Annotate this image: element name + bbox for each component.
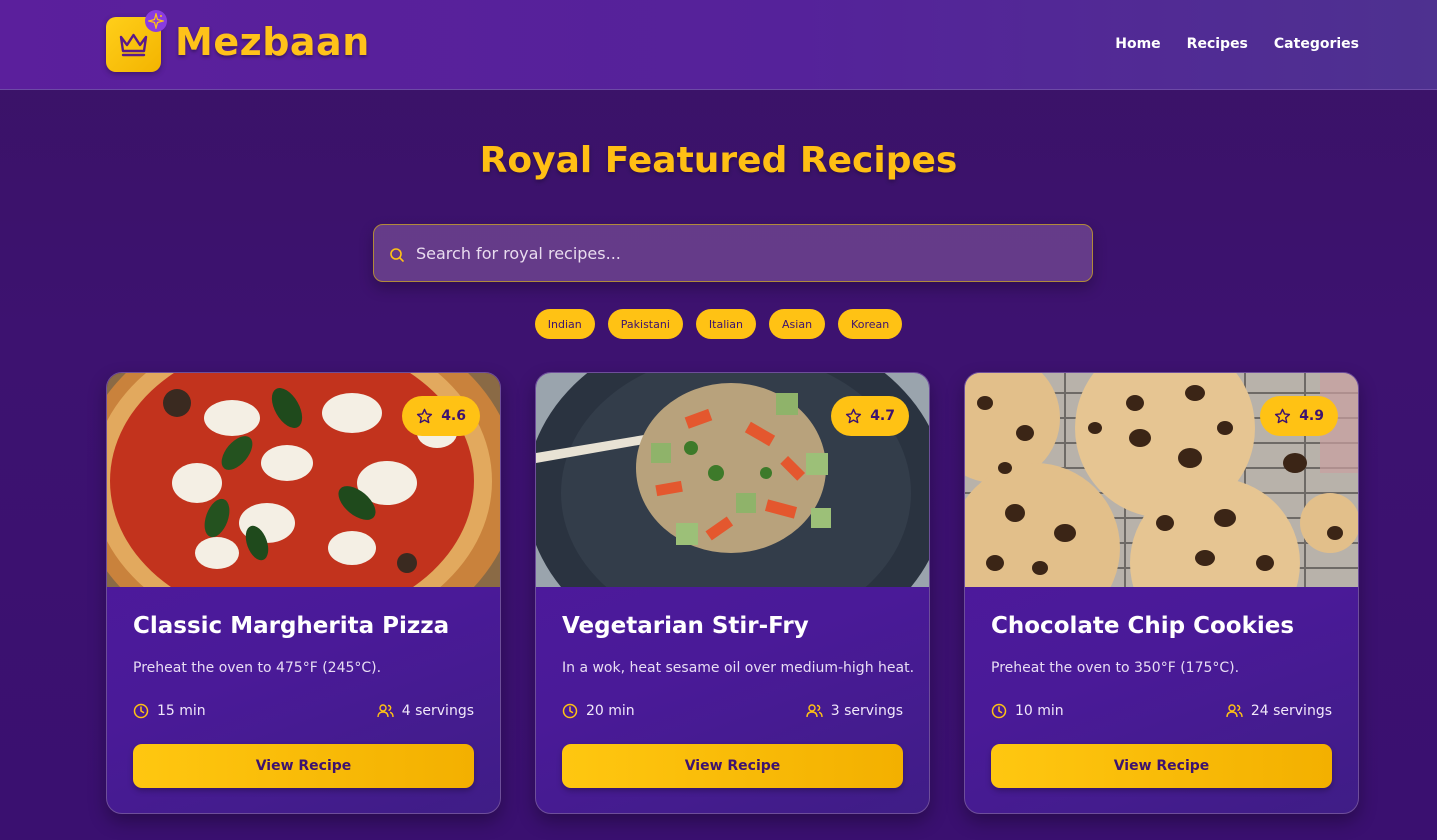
site-header: Mezbaan Home Recipes Categories	[0, 0, 1437, 90]
view-recipe-button[interactable]: View Recipe	[133, 744, 474, 788]
servings-value: 4 servings	[401, 703, 474, 719]
nav-recipes[interactable]: Recipes	[1187, 36, 1248, 52]
clock-icon	[133, 703, 149, 719]
recipe-meta: 10 min 24 servings	[991, 703, 1332, 723]
chip-pakistani[interactable]: Pakistani	[607, 309, 683, 339]
star-icon	[417, 408, 433, 423]
recipe-description: In a wok, heat sesame oil over medium-hi…	[562, 660, 915, 676]
cook-time: 10 min	[991, 703, 1064, 719]
chip-asian[interactable]: Asian	[769, 309, 826, 339]
servings: 24 servings	[1226, 703, 1332, 719]
cook-time-value: 10 min	[1015, 703, 1064, 719]
recipe-description: Preheat the oven to 475°F (245°C).	[133, 660, 382, 676]
cook-time: 15 min	[133, 703, 206, 719]
search-bar	[373, 224, 1093, 282]
rating-badge: 4.7	[831, 396, 909, 436]
servings-value: 3 servings	[830, 703, 903, 719]
clock-icon	[562, 703, 578, 719]
chip-korean[interactable]: Korean	[838, 309, 903, 339]
cook-time-value: 20 min	[586, 703, 635, 719]
recipe-title: Chocolate Chip Cookies	[991, 613, 1295, 639]
recipe-meta: 15 min 4 servings	[133, 703, 474, 723]
star-icon	[1275, 408, 1291, 423]
search-input[interactable]	[416, 225, 1076, 281]
chip-italian[interactable]: Italian	[695, 309, 757, 339]
rating-value: 4.7	[870, 408, 895, 424]
rating-value: 4.6	[441, 408, 466, 424]
users-icon	[377, 704, 394, 718]
recipe-meta: 20 min 3 servings	[562, 703, 903, 723]
chip-indian[interactable]: Indian	[534, 309, 595, 339]
clock-icon	[991, 703, 1007, 719]
recipe-card[interactable]: 4.6 Classic Margherita Pizza Preheat the…	[106, 372, 501, 814]
recipe-description: Preheat the oven to 350°F (175°C).	[991, 660, 1240, 676]
view-recipe-button[interactable]: View Recipe	[562, 744, 903, 788]
page-title: Royal Featured Recipes	[479, 140, 958, 181]
rating-badge: 4.9	[1260, 396, 1338, 436]
brand-name[interactable]: Mezbaan	[175, 20, 370, 64]
crown-icon	[119, 33, 148, 57]
recipe-card[interactable]: 4.9 Chocolate Chip Cookies Preheat the o…	[964, 372, 1359, 814]
servings: 4 servings	[377, 703, 474, 719]
nav-categories[interactable]: Categories	[1274, 36, 1359, 52]
search-icon	[390, 248, 404, 262]
cook-time: 20 min	[562, 703, 635, 719]
recipe-title: Vegetarian Stir-Fry	[562, 613, 809, 639]
users-icon	[806, 704, 823, 718]
nav-home[interactable]: Home	[1115, 36, 1160, 52]
sparkle-icon	[145, 10, 167, 32]
view-recipe-button[interactable]: View Recipe	[991, 744, 1332, 788]
users-icon	[1226, 704, 1243, 718]
cook-time-value: 15 min	[157, 703, 206, 719]
rating-value: 4.9	[1299, 408, 1324, 424]
recipe-card[interactable]: 4.7 Vegetarian Stir-Fry In a wok, heat s…	[535, 372, 930, 814]
servings: 3 servings	[806, 703, 903, 719]
main-nav: Home Recipes Categories	[1115, 36, 1359, 52]
category-chips: Indian Pakistani Italian Asian Korean	[0, 309, 1437, 339]
servings-value: 24 servings	[1250, 703, 1332, 719]
rating-badge: 4.6	[402, 396, 480, 436]
star-icon	[846, 408, 862, 423]
recipe-title: Classic Margherita Pizza	[133, 613, 450, 639]
